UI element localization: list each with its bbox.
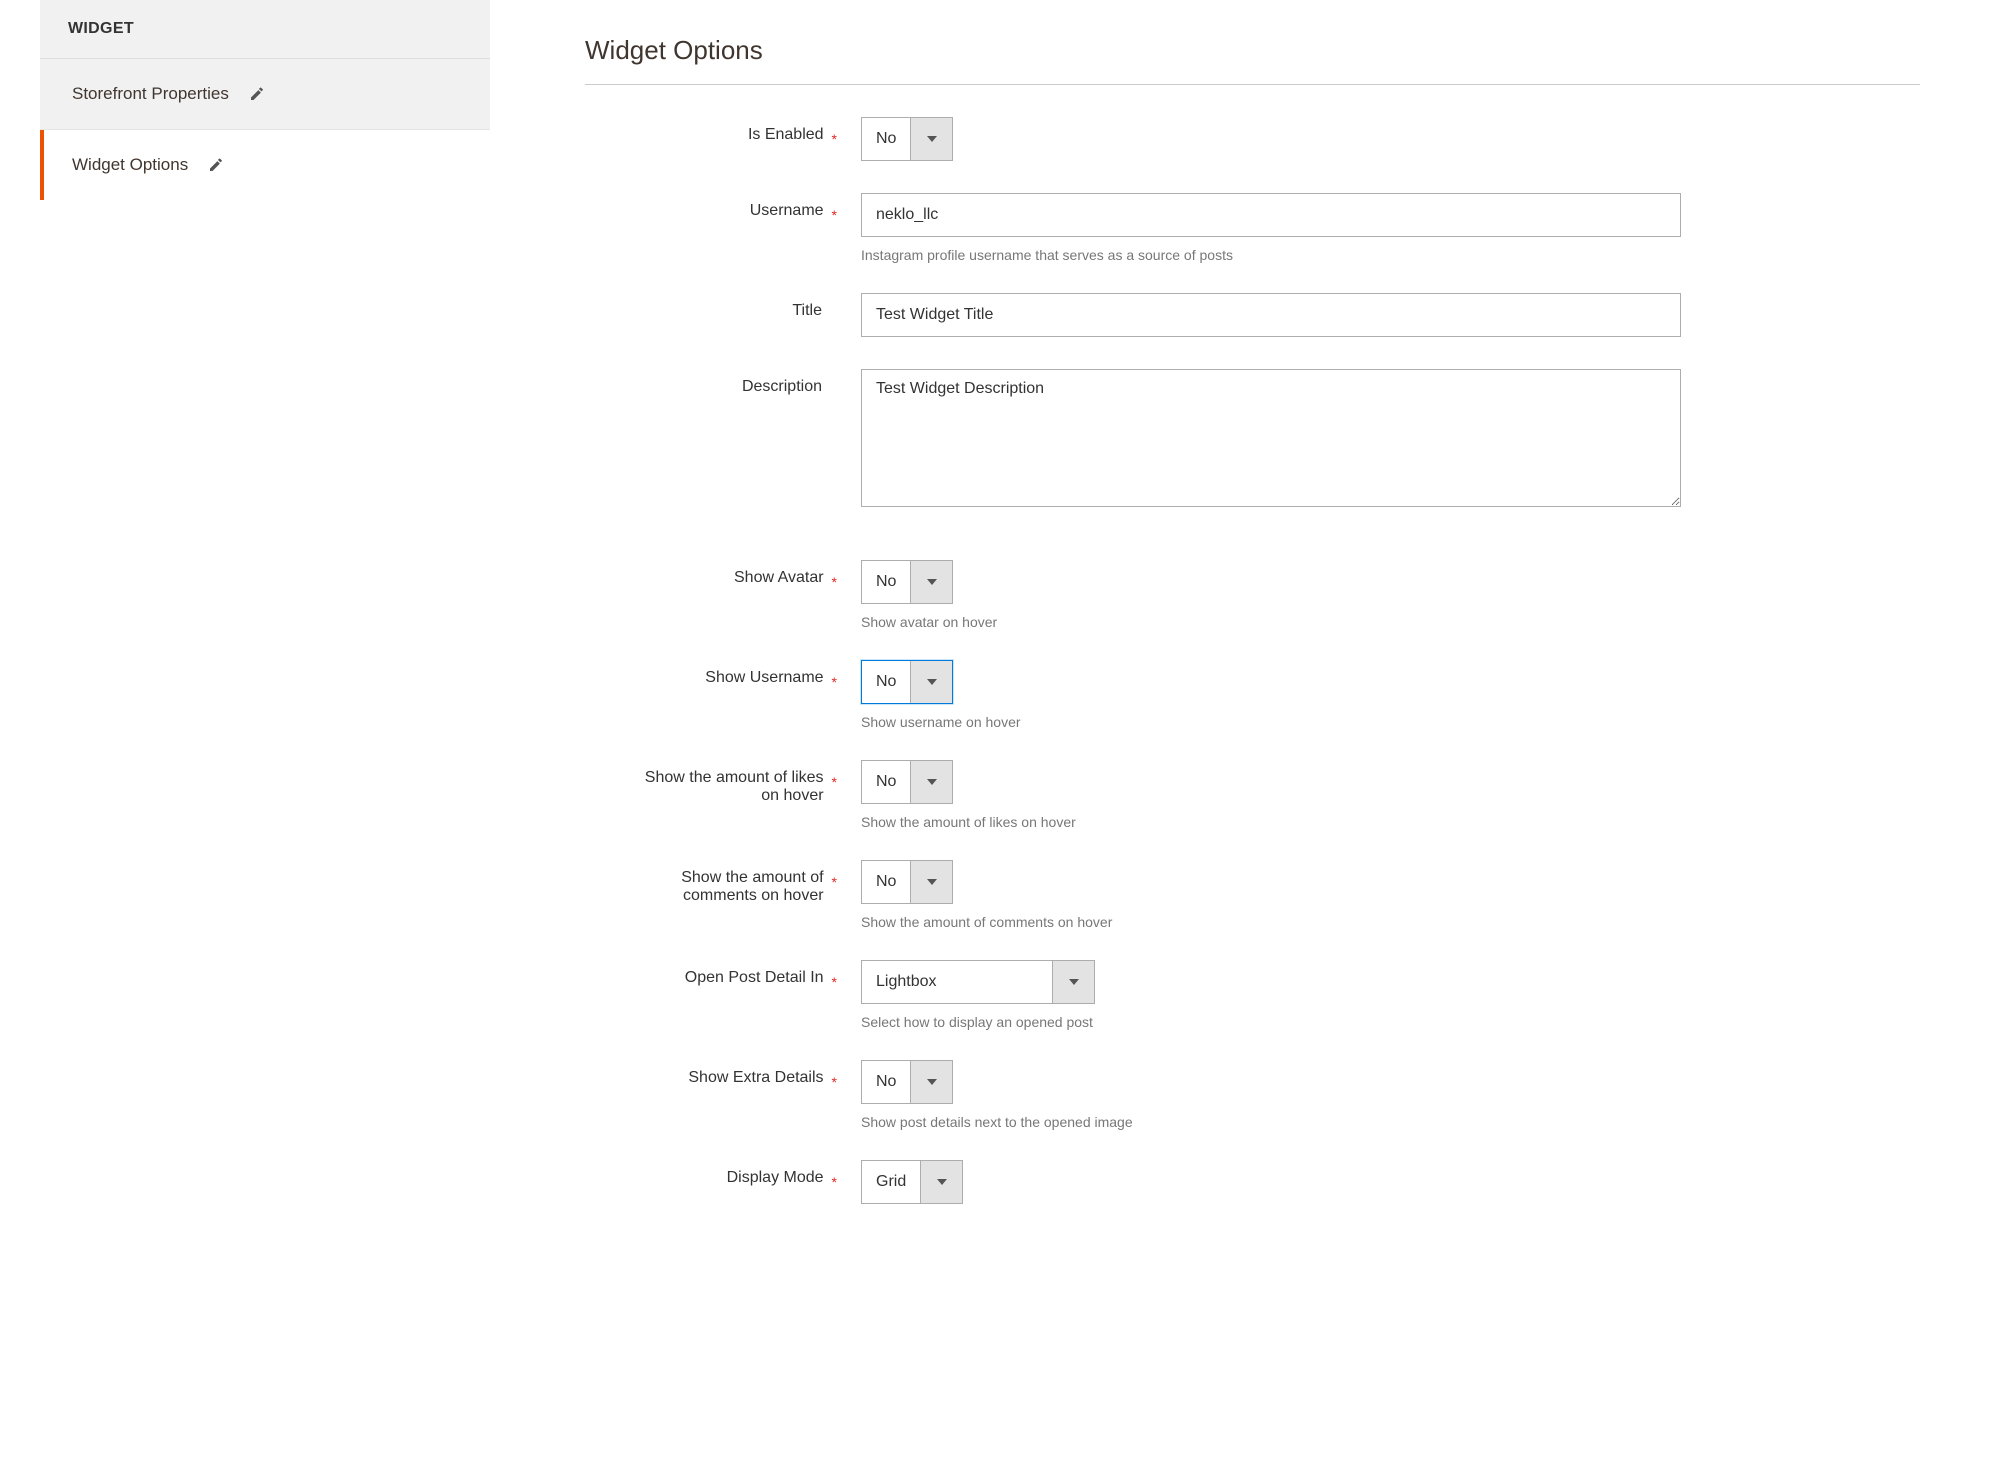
display-mode-select[interactable]: Grid (861, 1160, 963, 1204)
is-enabled-select[interactable]: No (861, 117, 953, 161)
label-show-likes: Show the amount of likes on hover (624, 769, 824, 805)
select-value: Grid (862, 1161, 920, 1203)
label-is-enabled: Is Enabled (748, 126, 824, 144)
required-asterisk-icon: * (832, 969, 837, 992)
select-value: No (862, 1061, 910, 1103)
select-value: Lightbox (862, 961, 1052, 1003)
hint-show-likes: Show the amount of likes on hover (861, 814, 1920, 830)
hint-show-comments: Show the amount of comments on hover (861, 914, 1920, 930)
sidebar: WIDGET Storefront Properties Widget Opti… (40, 0, 490, 1236)
show-avatar-select[interactable]: No (861, 560, 953, 604)
required-asterisk-icon: * (832, 669, 837, 692)
hint-extra-details: Show post details next to the opened ima… (861, 1114, 1920, 1130)
select-value: No (862, 118, 910, 160)
label-extra-details: Show Extra Details (688, 1069, 823, 1087)
hint-show-username: Show username on hover (861, 714, 1920, 730)
required-asterisk-icon: * (832, 569, 837, 592)
show-likes-select[interactable]: No (861, 760, 953, 804)
username-input[interactable] (861, 193, 1681, 237)
sidebar-item-label: Storefront Properties (72, 84, 229, 104)
chevron-down-icon (910, 1061, 952, 1103)
sidebar-header: WIDGET (40, 0, 490, 59)
hint-open-post: Select how to display an opened post (861, 1014, 1920, 1030)
select-value: No (862, 761, 910, 803)
required-asterisk-icon: * (832, 202, 837, 225)
label-open-post: Open Post Detail In (685, 969, 824, 987)
main-panel: Widget Options Is Enabled * No Username … (490, 0, 1960, 1236)
label-description: Description (742, 378, 822, 396)
required-asterisk-icon: * (832, 126, 837, 149)
extra-details-select[interactable]: No (861, 1060, 953, 1104)
label-display-mode: Display Mode (727, 1169, 824, 1187)
label-show-avatar: Show Avatar (734, 569, 824, 587)
title-input[interactable] (861, 293, 1681, 337)
open-post-select[interactable]: Lightbox (861, 960, 1095, 1004)
sidebar-item-storefront-properties[interactable]: Storefront Properties (40, 59, 490, 130)
description-textarea[interactable] (861, 369, 1681, 507)
label-title: Title (792, 302, 822, 320)
chevron-down-icon (920, 1161, 962, 1203)
pencil-icon (249, 86, 265, 102)
chevron-down-icon (910, 661, 952, 703)
sidebar-item-widget-options[interactable]: Widget Options (40, 130, 490, 200)
required-asterisk-icon: * (832, 769, 837, 792)
page-title: Widget Options (585, 35, 1920, 85)
pencil-icon (208, 157, 224, 173)
select-value: No (862, 561, 910, 603)
hint-username: Instagram profile username that serves a… (861, 247, 1920, 263)
show-username-select[interactable]: No (861, 660, 953, 704)
required-asterisk-icon: * (832, 1169, 837, 1192)
label-username: Username (750, 202, 824, 220)
select-value: No (862, 661, 910, 703)
sidebar-item-label: Widget Options (72, 155, 188, 175)
label-show-username: Show Username (705, 669, 823, 687)
chevron-down-icon (910, 861, 952, 903)
chevron-down-icon (910, 761, 952, 803)
select-value: No (862, 861, 910, 903)
required-asterisk-icon: * (832, 1069, 837, 1092)
hint-show-avatar: Show avatar on hover (861, 614, 1920, 630)
required-asterisk-icon: * (832, 869, 837, 892)
label-show-comments: Show the amount of comments on hover (624, 869, 824, 905)
show-comments-select[interactable]: No (861, 860, 953, 904)
chevron-down-icon (910, 561, 952, 603)
chevron-down-icon (910, 118, 952, 160)
chevron-down-icon (1052, 961, 1094, 1003)
